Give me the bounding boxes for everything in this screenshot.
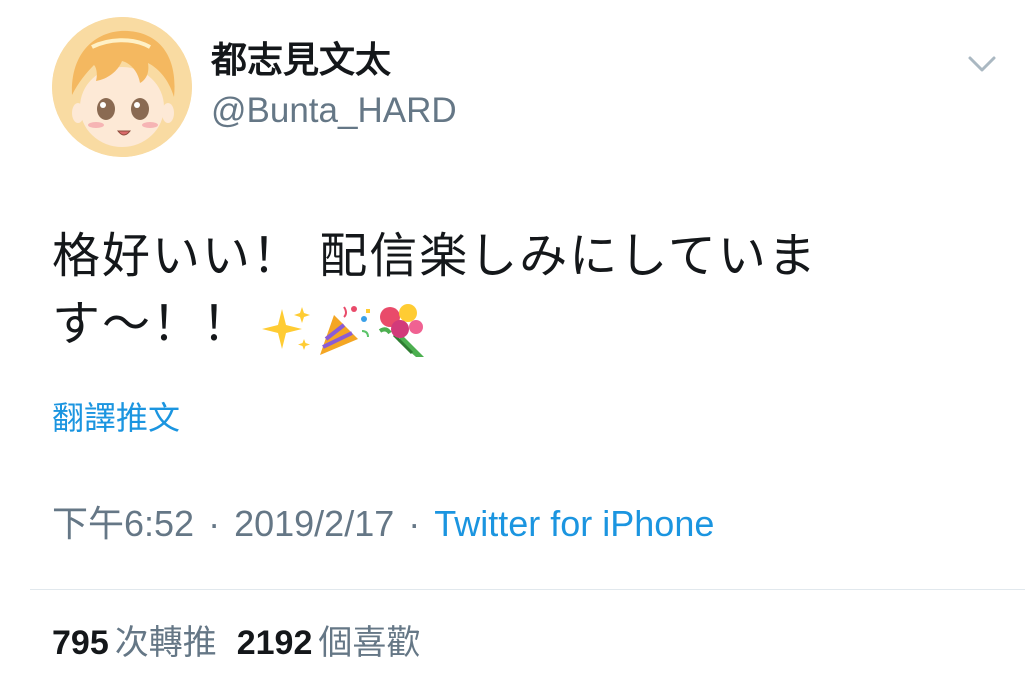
display-name[interactable]: 都志見文太 [211,38,391,82]
tweet-text-line-1: 格好いい！ 配信楽しみにしていま [52,228,818,284]
divider [30,589,1025,590]
meta-separator: · [408,503,421,544]
retweets-label: 次轉推 [114,624,217,662]
translate-tweet-link[interactable]: 翻譯推文 [52,398,180,438]
retweets-stat[interactable]: 795 次轉推 [52,624,217,662]
likes-label: 個喜歡 [318,624,421,662]
chevron-down-icon[interactable] [962,50,1002,80]
bouquet-emoji [378,304,425,357]
tweet-time: 下午6:52 [52,503,195,544]
likes-stat[interactable]: 2192 個喜歡 [237,624,421,662]
avatar-illustration [52,17,192,157]
meta-separator: · [208,503,221,544]
tweet-meta: 下午6:52 · 2019/2/17 · Twitter for iPhone [52,501,714,547]
tweet-date: 2019/2/17 [234,503,395,544]
tweet-text-line-2-text: す～！！ [52,296,253,352]
tweet-source-link[interactable]: Twitter for iPhone [434,503,714,544]
tweet-stats: 795 次轉推 2192 個喜歡 [52,621,420,665]
tweet-text-line-2: す～！！ [52,290,992,361]
sparkles-emoji [262,307,311,350]
party-popper-emoji [320,306,371,355]
avatar[interactable] [52,17,192,157]
retweets-count: 795 [52,624,109,662]
emoji-row [260,293,432,361]
likes-count: 2192 [236,624,313,662]
user-handle[interactable]: @Bunta_HARD [211,90,457,132]
tweet-text: 格好いい！ 配信楽しみにしていま す～！！ [52,222,992,361]
